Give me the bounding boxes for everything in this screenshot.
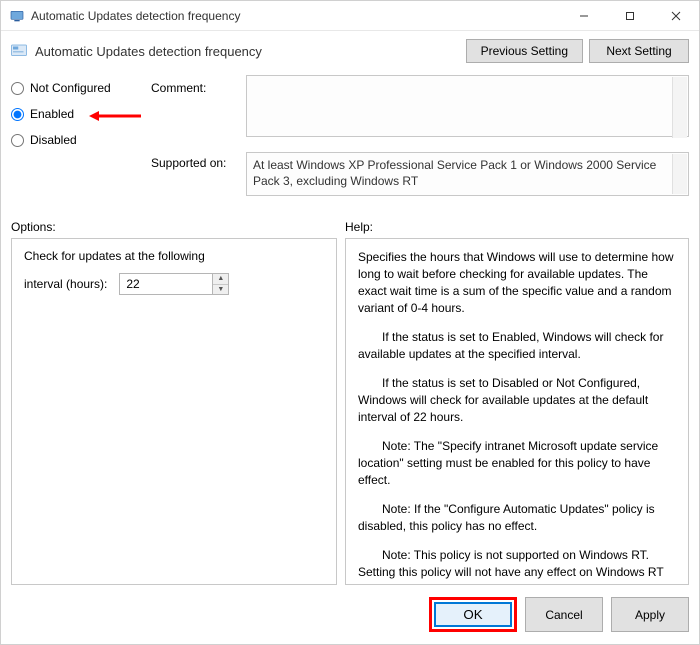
annotation-arrow-icon — [89, 111, 141, 121]
ok-highlight: OK — [429, 597, 517, 632]
radio-not-configured[interactable] — [11, 82, 24, 95]
maximize-button[interactable] — [607, 1, 653, 30]
section-labels: Options: Help: — [1, 202, 699, 238]
previous-setting-button[interactable]: Previous Setting — [466, 39, 583, 63]
scroll-down-icon[interactable]: ˅ — [679, 184, 685, 194]
interval-spinner[interactable]: ▲ ▼ — [119, 273, 229, 295]
titlebar: Automatic Updates detection frequency — [1, 1, 699, 31]
scroll-down-icon[interactable]: ˅ — [679, 128, 685, 138]
help-label: Help: — [345, 220, 373, 234]
policy-title: Automatic Updates detection frequency — [35, 44, 466, 59]
ok-button[interactable]: OK — [434, 602, 512, 627]
window-title: Automatic Updates detection frequency — [31, 9, 561, 23]
help-panel: Specifies the hours that Windows will us… — [345, 238, 689, 585]
options-label: Options: — [11, 220, 345, 234]
close-button[interactable] — [653, 1, 699, 30]
radio-disabled-label[interactable]: Disabled — [30, 133, 77, 147]
radio-disabled[interactable] — [11, 134, 24, 147]
state-radios: Not Configured Enabled Disabled — [11, 75, 151, 147]
scroll-up-icon[interactable]: ˄ — [679, 77, 685, 87]
config-area: Not Configured Enabled Disabled Comment:… — [1, 71, 699, 202]
apply-button[interactable]: Apply — [611, 597, 689, 632]
help-p4: Note: The "Specify intranet Microsoft up… — [358, 438, 676, 489]
footer: OK Cancel Apply — [1, 585, 699, 644]
radio-enabled[interactable] — [11, 108, 24, 121]
comment-field-wrap: ˄ ˅ — [246, 75, 689, 140]
spinner-up-icon[interactable]: ▲ — [213, 274, 228, 285]
minimize-button[interactable] — [561, 1, 607, 30]
comment-label: Comment: — [151, 75, 246, 95]
options-text-line1: Check for updates at the following — [24, 249, 324, 263]
comment-field[interactable] — [246, 75, 689, 137]
help-p5: Note: If the "Configure Automatic Update… — [358, 501, 676, 535]
options-panel: Check for updates at the following inter… — [11, 238, 337, 585]
interval-label: interval (hours): — [24, 277, 107, 291]
radio-enabled-label[interactable]: Enabled — [30, 107, 74, 121]
spinner-down-icon[interactable]: ▼ — [213, 285, 228, 295]
header: Automatic Updates detection frequency Pr… — [1, 31, 699, 71]
next-setting-button[interactable]: Next Setting — [589, 39, 689, 63]
supported-on-label: Supported on: — [151, 152, 246, 170]
supported-on-wrap: At least Windows XP Professional Service… — [246, 152, 689, 196]
app-icon — [9, 8, 25, 24]
help-p3: If the status is set to Disabled or Not … — [358, 375, 676, 426]
cancel-button[interactable]: Cancel — [525, 597, 603, 632]
scroll-up-icon[interactable]: ˄ — [679, 154, 685, 164]
panels: Check for updates at the following inter… — [1, 238, 699, 585]
help-p1: Specifies the hours that Windows will us… — [358, 249, 676, 317]
policy-icon — [9, 41, 29, 61]
window-buttons — [561, 1, 699, 30]
help-p6: Note: This policy is not supported on Wi… — [358, 547, 676, 585]
interval-input[interactable] — [120, 274, 212, 294]
help-p2: If the status is set to Enabled, Windows… — [358, 329, 676, 363]
radio-not-configured-label[interactable]: Not Configured — [30, 81, 111, 95]
supported-on-text: At least Windows XP Professional Service… — [246, 152, 689, 196]
